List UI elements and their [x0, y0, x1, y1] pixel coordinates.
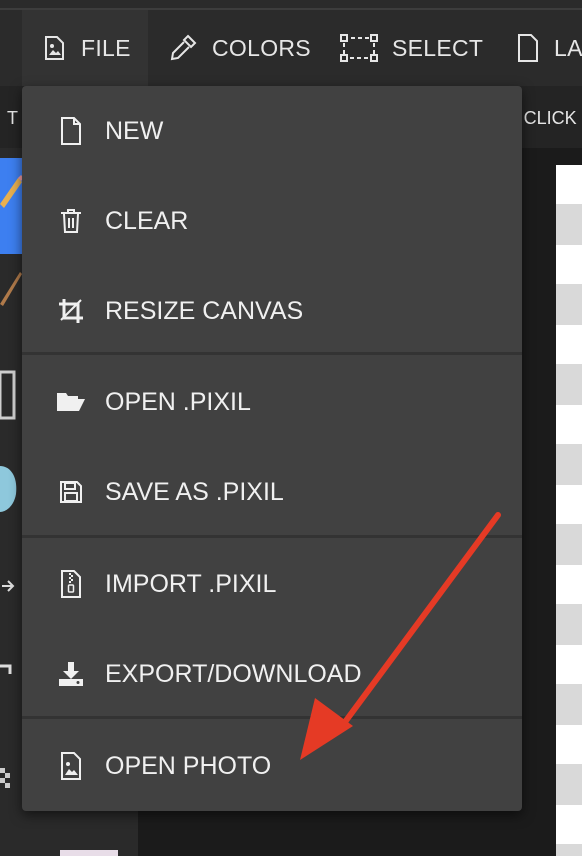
annotation-arrow [300, 512, 501, 760]
